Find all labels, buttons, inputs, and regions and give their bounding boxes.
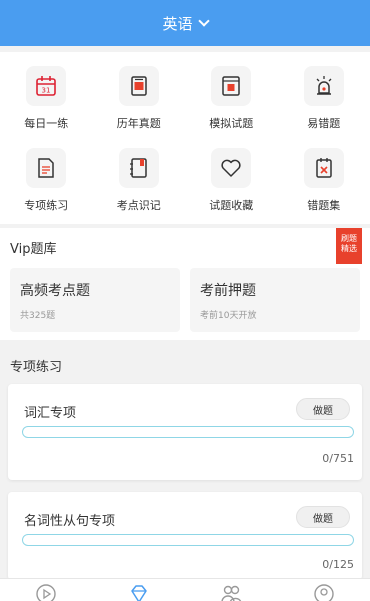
grid-label: 试题收藏 (209, 199, 254, 212)
profile-icon (314, 584, 334, 601)
grid-label: 易错题 (307, 117, 341, 130)
grid-label: 每日一练 (24, 117, 69, 130)
top-bar: 英语 (0, 0, 370, 46)
community-icon (221, 585, 242, 601)
tab-profile[interactable] (304, 583, 344, 601)
heart-icon (211, 148, 252, 188)
tab-question-bank[interactable] (119, 583, 159, 601)
subject-title: 英语 (162, 14, 193, 33)
practice-section-title: 专项练习 (10, 360, 63, 375)
vip-card-high-frequency[interactable]: 高频考点题 共325题 (10, 268, 180, 332)
practice-card-noun-clause[interactable]: 名词性从句专项 做题 0/125 (8, 492, 362, 580)
diamond-icon (131, 585, 147, 601)
play-icon (36, 584, 56, 601)
grid-label: 专项练习 (24, 199, 69, 212)
grid-item-special-practice[interactable]: 专项练习 (0, 140, 93, 222)
grid-item-past-exams[interactable]: 历年真题 (93, 58, 186, 140)
vip-card-subtitle: 共325题 (20, 311, 56, 321)
notebook-icon (118, 148, 159, 188)
svg-text:31: 31 (42, 87, 51, 95)
grid-item-favorites[interactable]: 试题收藏 (185, 140, 278, 222)
mistake-book-icon (303, 148, 344, 188)
vip-section-title: Vip题库 (10, 242, 57, 257)
vip-card-pre-exam[interactable]: 考前押题 考前10天开放 (190, 268, 360, 332)
calendar-icon: 31 (26, 66, 67, 106)
grid-label: 历年真题 (116, 117, 161, 130)
grid-label: 模拟试题 (209, 117, 254, 130)
progress-count: 0/751 (322, 452, 354, 465)
grid-item-error-prone[interactable]: 易错题 (278, 58, 370, 140)
progress-bar (22, 426, 354, 438)
vip-card-subtitle: 考前10天开放 (200, 311, 257, 321)
tab-video[interactable] (26, 583, 66, 601)
grid-item-mock-test[interactable]: 模拟试题 (185, 58, 278, 140)
exam-paper-icon (118, 66, 159, 106)
grid-label: 错题集 (307, 199, 341, 212)
grid-item-key-points[interactable]: 考点识记 (93, 140, 186, 222)
alert-icon (303, 66, 344, 106)
vip-card-title: 考前押题 (200, 283, 256, 299)
do-questions-button[interactable]: 做题 (296, 506, 350, 528)
progress-bar (22, 534, 354, 546)
chevron-down-icon (197, 15, 210, 27)
subject-selector[interactable]: 英语 (162, 13, 210, 34)
practice-card-vocabulary[interactable]: 词汇专项 做题 0/751 (8, 384, 362, 480)
bottom-tab-bar (0, 578, 370, 601)
practice-name: 名词性从句专项 (24, 514, 116, 529)
grid-item-daily-practice[interactable]: 31 每日一练 (0, 58, 93, 140)
do-questions-button[interactable]: 做题 (296, 398, 350, 420)
practice-name: 词汇专项 (24, 406, 77, 421)
vip-badge: 刷题 精选 (336, 228, 362, 264)
grid-label: 考点识记 (116, 199, 161, 212)
progress-count: 0/125 (322, 558, 354, 571)
grid-item-mistake-book[interactable]: 错题集 (278, 140, 370, 222)
tab-community[interactable] (211, 583, 251, 601)
vip-section: Vip题库 刷题 精选 高频考点题 共325题 考前押题 考前10天开放 (0, 228, 370, 340)
document-icon (26, 148, 67, 188)
vip-card-title: 高频考点题 (20, 283, 90, 299)
mock-test-icon (211, 66, 252, 106)
feature-grid: 31 每日一练 历年真题 模拟试题 易错题 专项练习 考点识记 试题收藏 错题集 (0, 52, 370, 224)
